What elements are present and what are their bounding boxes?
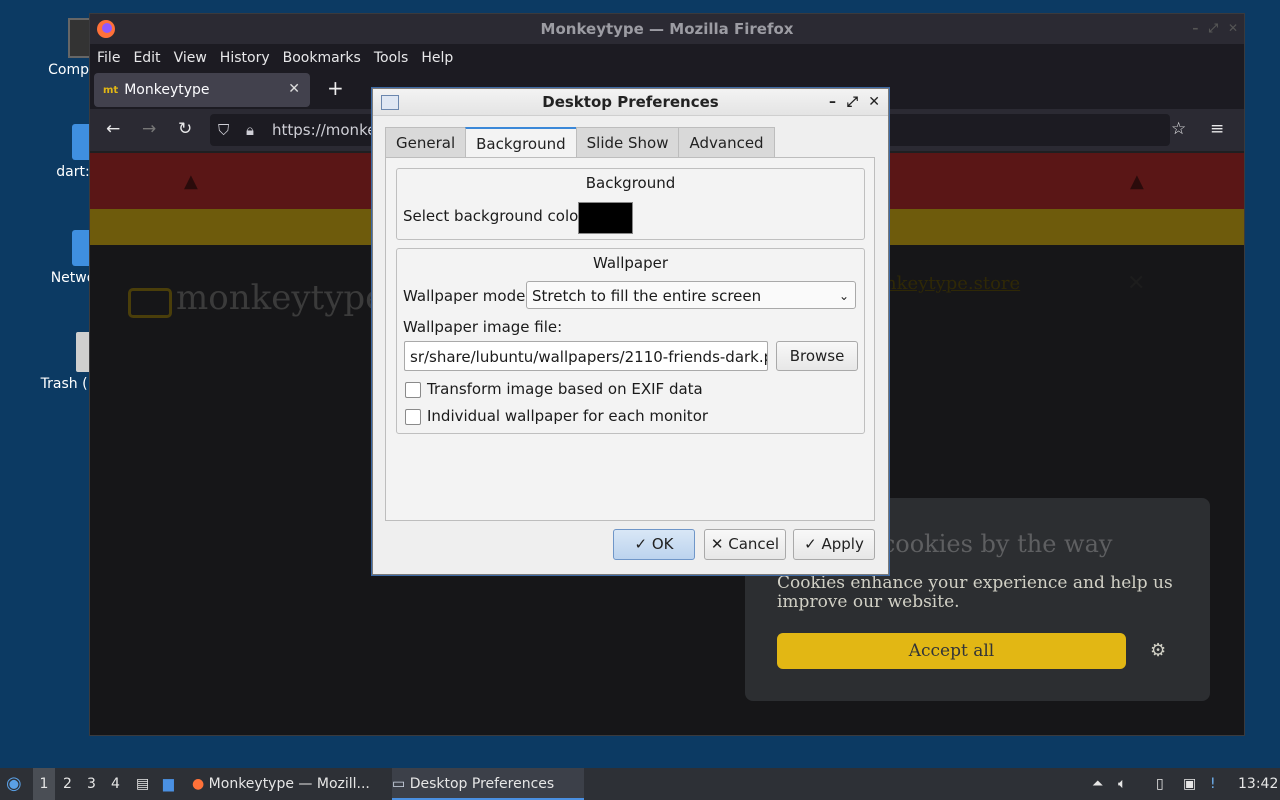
per-monitor-label: Individual wallpaper for each monitor xyxy=(427,407,709,425)
forward-icon[interactable]: → xyxy=(142,119,156,139)
minimize-icon[interactable]: – xyxy=(1192,21,1198,36)
bookmark-star-icon[interactable]: ☆ xyxy=(1171,119,1186,139)
cancel-x-icon: ✕ xyxy=(710,535,729,553)
exif-label: Transform image based on EXIF data xyxy=(427,380,703,398)
window-titlebar: Monkeytype — Mozilla Firefox – ⤢ ✕ xyxy=(90,14,1244,44)
file-manager-icon[interactable]: ▤ xyxy=(136,768,149,800)
close-icon[interactable]: ✕ xyxy=(868,89,880,115)
clipboard-icon[interactable]: ▯ xyxy=(1156,768,1164,800)
tray-arrow-icon[interactable]: ⏶ xyxy=(1092,768,1103,800)
menu-help[interactable]: Help xyxy=(421,50,453,66)
browser-tab[interactable]: mt Monkeytype ✕ xyxy=(94,73,310,107)
menu-bookmarks[interactable]: Bookmarks xyxy=(283,50,361,66)
tab-advanced[interactable]: Advanced xyxy=(678,127,775,159)
accept-all-button[interactable]: Accept all xyxy=(777,633,1126,669)
tab-favicon: mt xyxy=(103,84,119,96)
task-label: Desktop Preferences xyxy=(409,776,555,792)
tab-close-icon[interactable]: ✕ xyxy=(288,81,300,97)
workspace-1[interactable]: 1 xyxy=(33,768,55,800)
warning-icon: ▲ xyxy=(1130,171,1144,192)
lock-icon[interactable]: 🔒︎ xyxy=(246,114,254,146)
cookie-title: e cookies by the way xyxy=(860,530,1113,558)
workspace-3[interactable]: 3 xyxy=(87,768,96,800)
bg-color-label: Select background color: xyxy=(403,207,590,225)
back-icon[interactable]: ← xyxy=(106,119,120,139)
ok-button[interactable]: ✓ OK xyxy=(613,529,695,560)
dialog-title: Desktop Preferences xyxy=(542,93,719,111)
site-logo-text[interactable]: monkeytype xyxy=(176,278,385,318)
wallpaper-mode-label: Wallpaper mode: xyxy=(403,287,531,305)
reload-icon[interactable]: ↻ xyxy=(178,119,192,139)
app-menu-icon[interactable]: ≡ xyxy=(1210,119,1224,139)
cancel-label: Cancel xyxy=(728,535,780,553)
network-icon[interactable]: ▣ xyxy=(1183,768,1196,800)
apply-label: Apply xyxy=(821,535,864,553)
check-icon: ✓ xyxy=(634,535,652,553)
task-firefox[interactable]: ● Monkeytype — Mozill... xyxy=(192,768,387,800)
cancel-button[interactable]: ✕ Cancel xyxy=(704,529,786,560)
window-app-icon: ▭ xyxy=(392,776,406,792)
store-link[interactable]: nkeytype.store xyxy=(885,273,1020,294)
shield-icon[interactable]: ⛉ xyxy=(218,114,229,146)
minimize-icon[interactable]: – xyxy=(829,89,836,115)
dialog-tabs: General Background Slide Show Advanced xyxy=(385,127,775,159)
window-controls: – ⤢ ✕ xyxy=(1192,21,1238,36)
group-title: Wallpaper xyxy=(592,254,669,272)
update-notifier-icon[interactable]: ! xyxy=(1210,768,1216,800)
cookie-body: Cookies enhance your experience and help… xyxy=(777,573,1173,612)
wallpaper-mode-select[interactable]: Stretch to fill the entire screen ⌄ xyxy=(526,281,856,309)
wallpaper-file-input[interactable]: sr/share/lubuntu/wallpapers/2110-friends… xyxy=(404,341,768,371)
banner-close-icon[interactable]: ✕ xyxy=(1127,271,1145,296)
menu-edit[interactable]: Edit xyxy=(133,50,160,66)
window-title: Monkeytype — Mozilla Firefox xyxy=(540,20,794,38)
volume-icon[interactable]: 🔈︎ xyxy=(1118,768,1126,800)
start-menu-icon[interactable]: ◉ xyxy=(6,768,22,800)
show-desktop-icon[interactable]: ▆ xyxy=(163,768,174,800)
new-tab-icon[interactable]: + xyxy=(327,76,344,100)
maximize-icon[interactable]: ⤢ xyxy=(1208,21,1218,36)
workspace-4[interactable]: 4 xyxy=(111,768,120,800)
menu-history[interactable]: History xyxy=(220,50,270,66)
tab-title: Monkeytype xyxy=(124,82,210,98)
ok-label: OK xyxy=(651,535,674,553)
taskbar: ◉ 1 2 3 4 ▤ ▆ ● Monkeytype — Mozill... ▭… xyxy=(0,768,1280,800)
firefox-icon xyxy=(96,19,116,43)
maximize-icon[interactable]: ⤢ xyxy=(847,89,858,115)
close-icon[interactable]: ✕ xyxy=(1228,21,1238,36)
chevron-down-icon: ⌄ xyxy=(838,289,849,303)
wallpaper-mode-value: Stretch to fill the entire screen xyxy=(532,287,762,305)
exif-checkbox[interactable] xyxy=(405,382,421,398)
wallpaper-file-label: Wallpaper image file: xyxy=(403,318,563,336)
desktop-icon-label: dart: xyxy=(56,164,90,180)
monkeytype-logo-icon xyxy=(128,288,172,318)
task-label: Monkeytype — Mozill... xyxy=(208,776,370,792)
wallpaper-group: Wallpaper Wallpaper mode: Stretch to fil… xyxy=(396,248,865,434)
check-icon: ✓ xyxy=(804,535,822,553)
background-tab-pane: Background Select background color: Wall… xyxy=(385,157,875,521)
workspace-2[interactable]: 2 xyxy=(63,768,72,800)
tab-slide-show[interactable]: Slide Show xyxy=(575,127,680,159)
firefox-icon: ● xyxy=(192,776,205,792)
menu-bar: File Edit View History Bookmarks Tools H… xyxy=(90,44,1244,71)
bg-color-button[interactable] xyxy=(578,202,633,234)
tab-general[interactable]: General xyxy=(385,127,467,159)
gear-icon[interactable]: ⚙ xyxy=(1150,640,1166,661)
task-desktop-preferences[interactable]: ▭ Desktop Preferences xyxy=(392,768,584,800)
apply-button[interactable]: ✓ Apply xyxy=(793,529,875,560)
browse-button[interactable]: Browse xyxy=(776,341,858,371)
background-group: Background Select background color: xyxy=(396,168,865,240)
url-text: https://monkey xyxy=(272,121,386,139)
clock[interactable]: 13:42 xyxy=(1238,768,1278,800)
per-monitor-checkbox[interactable] xyxy=(405,409,421,425)
dialog-titlebar: Desktop Preferences – ⤢ ✕ xyxy=(373,89,888,116)
menu-file[interactable]: File xyxy=(97,50,120,66)
menu-view[interactable]: View xyxy=(174,50,207,66)
window-app-icon xyxy=(381,95,399,110)
desktop-preferences-dialog: Desktop Preferences – ⤢ ✕ General Backgr… xyxy=(372,88,889,575)
warning-icon: ▲ xyxy=(184,171,198,192)
group-title: Background xyxy=(585,174,676,192)
menu-tools[interactable]: Tools xyxy=(374,50,409,66)
tab-background[interactable]: Background xyxy=(465,127,577,159)
